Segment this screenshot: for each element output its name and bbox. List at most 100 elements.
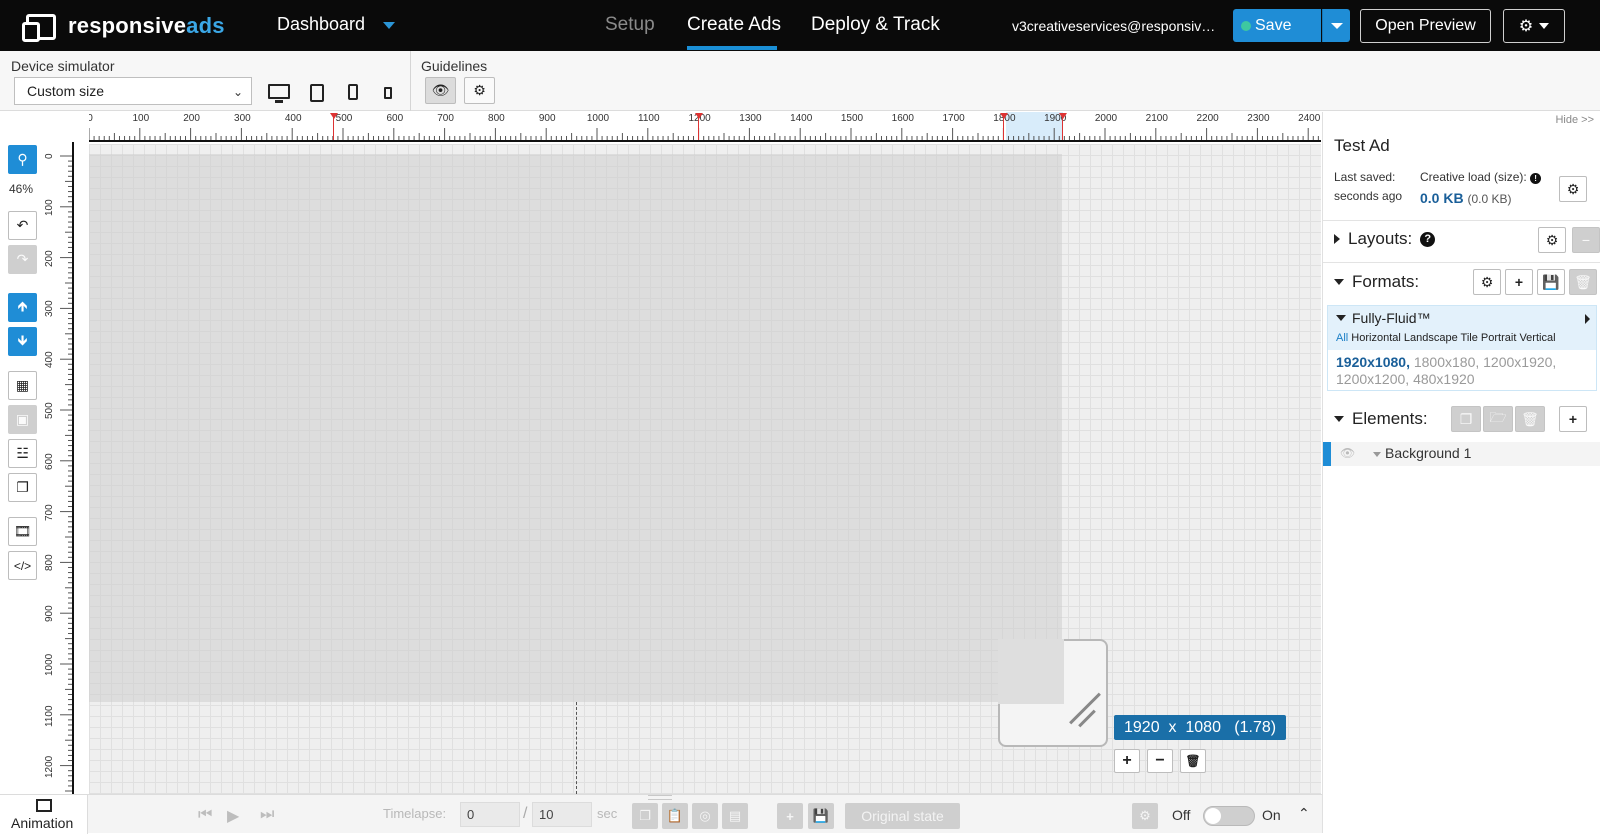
device-simulator-select[interactable]: Custom size ⌄	[14, 77, 252, 105]
guidelines-visibility-button[interactable]: 👁	[425, 77, 456, 104]
design-canvas[interactable]: 1920 x 1080 (1.78) + − 🗑	[89, 144, 1321, 794]
top-bar: responsiveads Dashboard Setup Create Ads…	[0, 0, 1600, 51]
guidelines-label: Guidelines	[421, 58, 488, 74]
delete-format-button[interactable]: 🗑	[1569, 269, 1597, 295]
creative-load-value: 0.0 KB (0.0 KB)	[1420, 190, 1512, 206]
add-element-button[interactable]: +	[1559, 406, 1587, 432]
panel-drag-grip[interactable]	[648, 795, 672, 800]
open-folder-button[interactable]: 🗁	[1483, 406, 1513, 432]
ruler-tick-label: 600	[44, 453, 55, 470]
horizontal-ruler[interactable]: 0100200300400500600700800900100011001200…	[89, 112, 1321, 142]
logo-text: responsiveads	[68, 13, 225, 38]
filter-all[interactable]: All	[1336, 332, 1348, 344]
ruler-tick-label: 400	[284, 113, 302, 124]
guidelines-settings-button[interactable]: ⚙	[464, 77, 495, 104]
toggle-on-label: On	[1262, 807, 1281, 823]
undo-button[interactable]: ↶	[8, 211, 37, 240]
hierarchy-button[interactable]: ☳	[8, 439, 37, 468]
timelapse-current-input[interactable]: 0	[460, 802, 520, 827]
timelapse-total-input[interactable]: 10	[532, 802, 592, 827]
caret-right-icon	[1334, 234, 1340, 244]
redo-button[interactable]: ↷	[8, 245, 37, 274]
formats-settings-button[interactable]: ⚙	[1473, 269, 1501, 295]
paste-keyframe-button[interactable]: 📋	[662, 803, 688, 829]
ruler-tick-label: 1200	[44, 755, 55, 778]
animation-settings-button[interactable]: ⚙	[1132, 803, 1158, 829]
skip-back-icon[interactable]: ⏮	[198, 806, 212, 824]
active-size[interactable]: 1920x1080,	[1336, 354, 1410, 370]
guide-marker[interactable]	[695, 113, 703, 119]
element-row[interactable]: 👁 Background 1	[1323, 442, 1600, 466]
delete-size-button[interactable]: 🗑	[1180, 749, 1206, 773]
formats-section-toggle[interactable]: Formats:	[1334, 272, 1419, 292]
plus-icon: +	[786, 808, 794, 824]
ad-artboard[interactable]	[89, 154, 1062, 702]
responsiveads-logo[interactable]: responsiveads	[22, 10, 225, 42]
filmstrip-button[interactable]: 🎞	[8, 517, 37, 546]
format-filters[interactable]: All Horizontal Landscape Tile Portrait V…	[1336, 332, 1556, 344]
ease-tool-button[interactable]: ▤	[722, 803, 748, 829]
format-sizes[interactable]: 1920x1080, 1800x180, 1200x1920, 1200x120…	[1336, 354, 1592, 388]
move-down-button[interactable]: 🡻	[8, 327, 37, 356]
format-name[interactable]: Fully-Fluid™	[1336, 310, 1431, 326]
artboard-resize-handle[interactable]	[998, 639, 1108, 747]
ruler-tick-label: 2400	[1298, 113, 1321, 124]
add-state-button[interactable]: +	[777, 803, 803, 829]
element-name[interactable]: Background 1	[1385, 445, 1471, 461]
filter-list[interactable]: Horizontal Landscape Tile Portrait Verti…	[1351, 332, 1555, 344]
layouts-section-toggle[interactable]: Layouts: ?	[1334, 229, 1436, 249]
skip-forward-icon[interactable]: ⏭	[260, 806, 274, 824]
layouts-collapse-button[interactable]: −	[1572, 227, 1600, 253]
copy-keyframe-button[interactable]: ❐	[632, 803, 658, 829]
info-icon[interactable]: !	[1530, 173, 1542, 184]
open-preview-button[interactable]: Open Preview	[1360, 9, 1491, 43]
vertical-ruler[interactable]: 0 100 200 300 400 500 600 700 800 900 1000 1100 1200	[44, 142, 74, 794]
play-icon[interactable]: ▶	[227, 806, 239, 826]
ad-settings-button[interactable]: ⚙	[1559, 176, 1587, 202]
help-icon[interactable]: ?	[1420, 231, 1436, 247]
caret-down-icon[interactable]	[1373, 452, 1381, 457]
caret-right-icon[interactable]	[1585, 314, 1590, 324]
desktop-icon[interactable]	[268, 84, 290, 103]
nav-dashboard[interactable]: Dashboard	[277, 14, 365, 35]
move-up-button[interactable]: 🡹	[8, 293, 37, 322]
save-state-button[interactable]: 💾	[808, 803, 834, 829]
layout-grid-button[interactable]: ▦	[8, 371, 37, 400]
layouts-settings-button[interactable]: ⚙	[1538, 227, 1566, 253]
duplicate-element-button[interactable]: ❐	[1451, 406, 1481, 432]
zoom-button[interactable]: ⚲	[8, 145, 37, 174]
original-state-button[interactable]: Original state	[845, 803, 960, 829]
guide-marker[interactable]	[1059, 113, 1067, 119]
add-size-button[interactable]: +	[1114, 749, 1140, 773]
eye-icon[interactable]: 👁	[1340, 446, 1355, 460]
tab-setup[interactable]: Setup	[605, 14, 655, 36]
save-options-button[interactable]	[1322, 9, 1350, 42]
elements-section-toggle[interactable]: Elements:	[1334, 409, 1428, 429]
tab-deploy-track[interactable]: Deploy & Track	[811, 14, 940, 36]
save-button[interactable]: Save	[1233, 9, 1321, 42]
snap-button[interactable]: ▣	[8, 405, 37, 434]
add-format-button[interactable]: +	[1505, 269, 1533, 295]
format-card[interactable]: Fully-Fluid™ All Horizontal Landscape Ti…	[1327, 305, 1597, 391]
save-format-button[interactable]: 💾	[1537, 269, 1565, 295]
animation-tab[interactable]: Animation	[0, 795, 88, 834]
tab-create-ads[interactable]: Create Ads	[687, 14, 781, 36]
ruler-tick-label: 800	[488, 113, 505, 124]
phone-icon[interactable]	[348, 84, 358, 100]
user-email[interactable]: v3creativeservices@responsivea...	[1012, 18, 1218, 34]
dashboard-dropdown-icon[interactable]	[383, 22, 395, 29]
guide-marker[interactable]	[1000, 113, 1008, 119]
remove-size-button[interactable]: −	[1147, 749, 1173, 773]
animation-toggle[interactable]	[1203, 806, 1255, 826]
tablet-icon[interactable]	[310, 84, 324, 102]
code-button[interactable]: </>	[8, 551, 37, 580]
guide-marker[interactable]	[330, 113, 338, 119]
keyframe-tool-button[interactable]: ◎	[692, 803, 718, 829]
hide-panel-link[interactable]: Hide >>	[1555, 114, 1594, 126]
settings-menu-button[interactable]: ⚙	[1503, 9, 1565, 43]
chevron-up-icon[interactable]: ⌃	[1298, 805, 1310, 822]
delete-element-button[interactable]: 🗑	[1515, 406, 1545, 432]
copy-layout-button[interactable]: ❐	[8, 473, 37, 502]
ruler-tick-label: 200	[44, 249, 55, 267]
small-phone-icon[interactable]	[384, 87, 392, 99]
